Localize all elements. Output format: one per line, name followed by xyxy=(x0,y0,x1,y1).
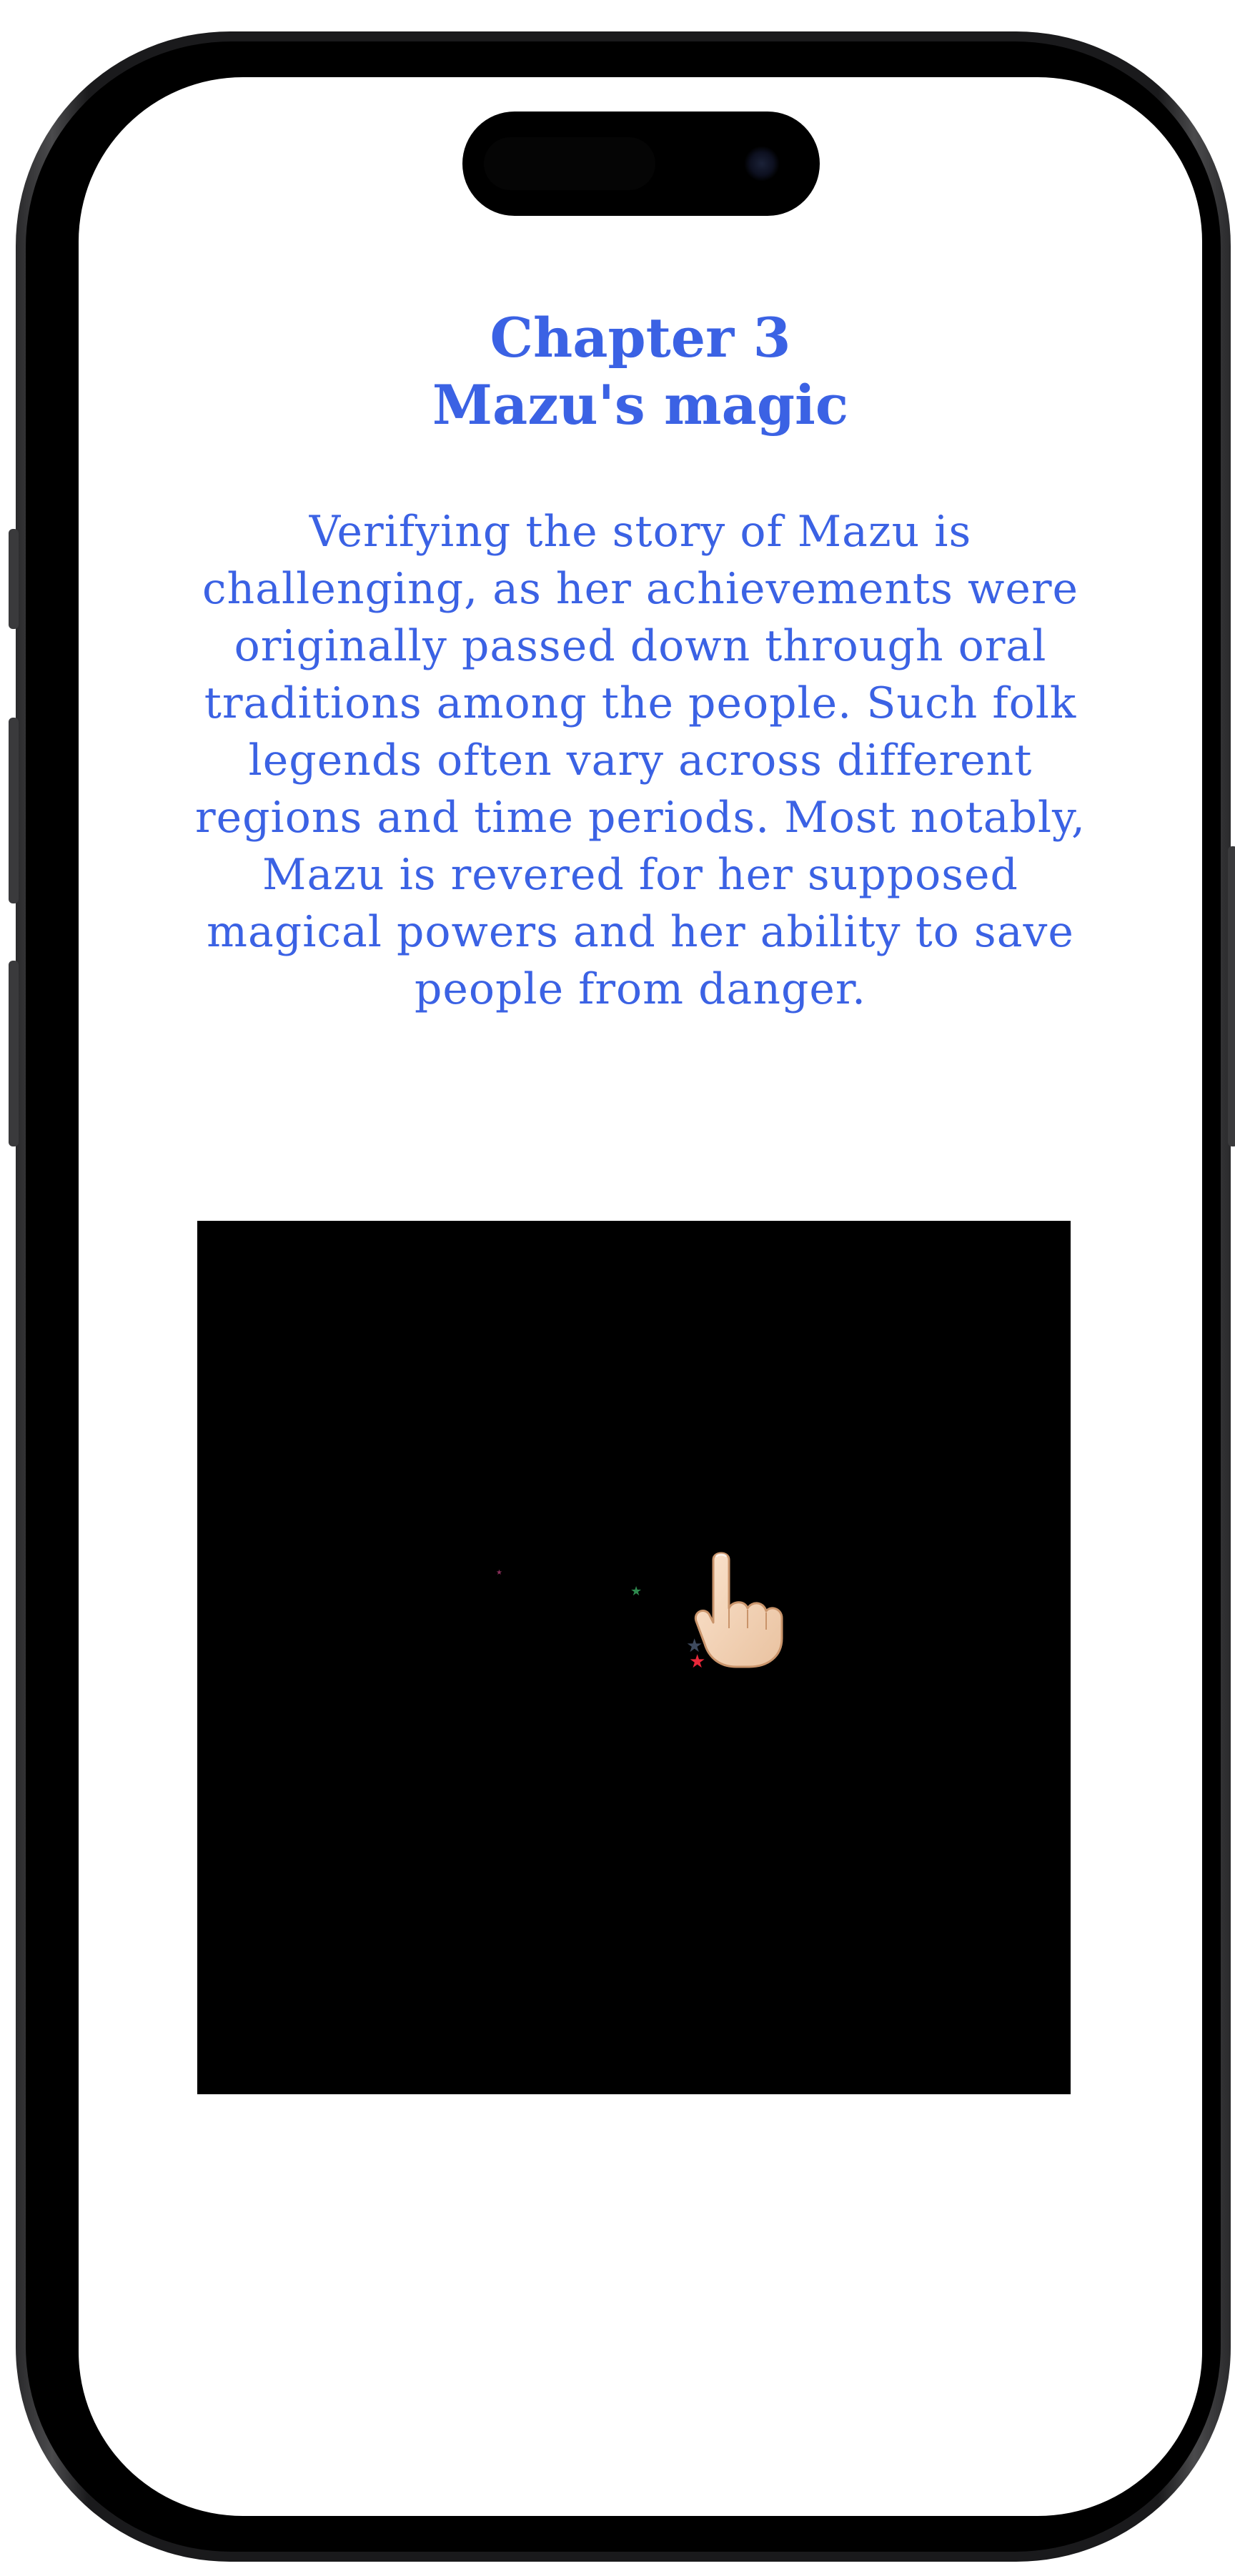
chapter-title: Mazu's magic xyxy=(432,373,849,437)
story-paragraph: Verifying the story of Mazu is challengi… xyxy=(194,507,1086,1014)
action-button xyxy=(9,529,19,629)
pointing-hand-icon xyxy=(694,1552,783,1668)
star-icon: ★ xyxy=(496,1569,502,1577)
chapter-number: Chapter 3 xyxy=(490,306,791,370)
volume-up-button xyxy=(9,718,19,903)
volume-down-button xyxy=(9,961,19,1146)
magic-canvas[interactable]: ★ ★ ★ ★ xyxy=(197,1221,1071,2094)
phone-screen: Chapter 3 Mazu's magic Verifying the sto… xyxy=(79,77,1202,2516)
dynamic-island xyxy=(462,112,820,216)
star-icon: ★ xyxy=(630,1584,643,1599)
power-button xyxy=(1228,846,1235,1146)
front-camera-icon xyxy=(744,146,780,182)
chapter-heading: Chapter 3 Mazu's magic xyxy=(79,304,1202,439)
sensor-array xyxy=(484,137,655,190)
